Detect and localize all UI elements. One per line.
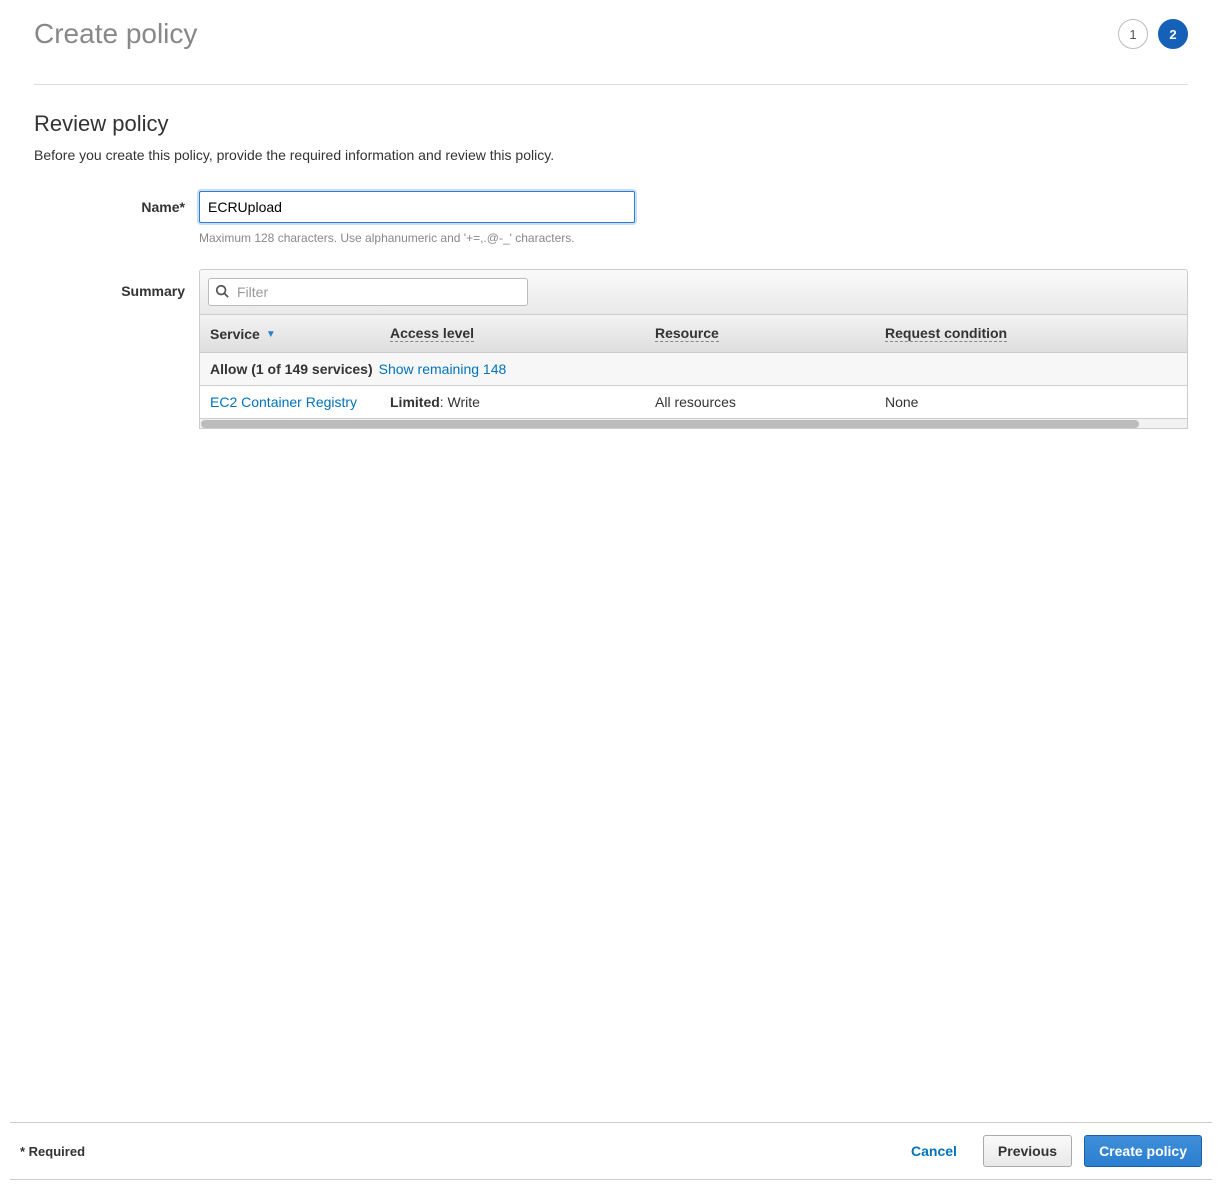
create-policy-button[interactable]: Create policy (1084, 1135, 1202, 1167)
name-input[interactable] (199, 191, 635, 223)
step-2[interactable]: 2 (1158, 19, 1188, 49)
col-request-condition[interactable]: Request condition (875, 315, 1187, 352)
step-1[interactable]: 1 (1118, 19, 1148, 49)
col-resource-label: Resource (655, 325, 719, 342)
sort-desc-icon: ▼ (266, 329, 276, 340)
review-title: Review policy (34, 111, 1188, 137)
filter-bar (199, 269, 1188, 314)
show-remaining-link[interactable]: Show remaining 148 (379, 361, 507, 377)
access-level-cell: Limited: Write (380, 386, 645, 418)
page-title: Create policy (34, 18, 197, 50)
service-link[interactable]: EC2 Container Registry (210, 394, 357, 410)
search-icon (215, 284, 229, 298)
access-level-rest: : Write (440, 394, 480, 410)
required-note: * Required (20, 1144, 85, 1159)
scrollbar-thumb[interactable] (201, 420, 1139, 428)
allow-group-row: Allow (1 of 149 services) Show remaining… (199, 353, 1188, 386)
table-row: EC2 Container Registry Limited: Write Al… (199, 386, 1188, 419)
footer: * Required Cancel Previous Create policy (10, 1122, 1212, 1180)
table-header: Service ▼ Access level Resource Request … (199, 314, 1188, 353)
name-hint: Maximum 128 characters. Use alphanumeric… (199, 231, 635, 245)
cancel-button[interactable]: Cancel (897, 1135, 971, 1167)
filter-input[interactable] (208, 278, 528, 306)
col-access-level[interactable]: Access level (380, 315, 645, 352)
col-access-label: Access level (390, 325, 474, 342)
header-row: Create policy 1 2 (34, 18, 1188, 85)
col-request-label: Request condition (885, 325, 1007, 342)
wizard-steps: 1 2 (1118, 19, 1188, 49)
col-resource[interactable]: Resource (645, 315, 875, 352)
resource-cell: All resources (645, 386, 875, 418)
name-label: Name* (34, 191, 199, 215)
horizontal-scrollbar[interactable] (199, 419, 1188, 429)
request-condition-cell: None (875, 386, 1187, 418)
col-service[interactable]: Service ▼ (200, 315, 380, 352)
access-level-bold: Limited (390, 394, 440, 410)
col-service-label: Service (210, 326, 260, 342)
review-description: Before you create this policy, provide t… (34, 147, 1188, 163)
summary-label: Summary (34, 269, 199, 299)
summary-row: Summary Service ▼ Access level (34, 269, 1188, 429)
summary-panel: Service ▼ Access level Resource Request … (199, 269, 1188, 429)
previous-button[interactable]: Previous (983, 1135, 1072, 1167)
allow-count: Allow (1 of 149 services) (210, 361, 373, 377)
name-row: Name* Maximum 128 characters. Use alphan… (34, 191, 1188, 245)
